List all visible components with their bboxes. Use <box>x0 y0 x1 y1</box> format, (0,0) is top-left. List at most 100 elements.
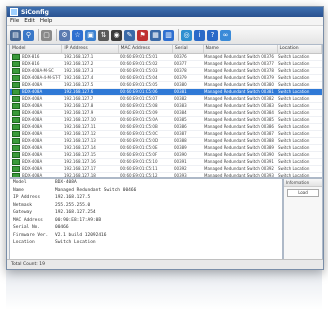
table-cell: 192.168.127.4 <box>64 75 94 80</box>
model-text: BDX-408A <box>22 110 43 115</box>
detail-value: Switch Location <box>55 240 96 246</box>
model-text: BDX-408A <box>22 159 43 164</box>
table-header: Model IP Address MAC Address Serial Name Loca… <box>10 45 322 54</box>
detail-label: Gateway <box>13 210 32 216</box>
table-cell: BDX-408A <box>10 138 62 144</box>
table-cell: 192.168.127.6 <box>64 89 94 94</box>
table-cell: Managed Redundant Switch 00379 <box>204 75 274 80</box>
column-header[interactable]: MAC Address <box>119 45 173 53</box>
table-row[interactable]: BDX-816 192.168.127.1 00:60:E9:01:C5:01 003… <box>10 54 322 61</box>
table-row[interactable]: BDX-408A 192.168.127.13 00:60:E9:01:C5:0D 0… <box>10 138 322 145</box>
switch-icon <box>12 131 20 137</box>
table-cell: 00:60:E9:01:C5:0B <box>120 124 158 129</box>
table-cell: 00:60:E9:01:C5:0E <box>120 145 158 150</box>
detail-value: BDX-408A <box>55 180 77 186</box>
star-icon[interactable]: ☆ <box>72 29 83 41</box>
detail-row: Netmask 255.255.255.0 <box>10 202 282 210</box>
menu-item[interactable]: File <box>10 18 19 24</box>
globe-icon[interactable]: ◎ <box>181 29 192 41</box>
side-panel: Information Load <box>283 178 323 260</box>
load-button[interactable]: Load <box>287 189 319 197</box>
table-row[interactable]: BDX-408A 192.168.127.10 00:60:E9:01:C5:0A 0… <box>10 117 322 124</box>
detail-value: 00:90:E8:17:A9:0B <box>55 217 102 223</box>
table-cell: 192.168.127.2 <box>64 61 94 66</box>
side-panel-header: Information <box>284 179 322 187</box>
monitor-icon[interactable]: ▣ <box>85 29 96 41</box>
column-header[interactable]: Model <box>10 45 63 53</box>
detail-row: Serial No. 00466 <box>10 224 282 232</box>
table-cell: Managed Redundant Switch 00380 <box>204 82 274 87</box>
flag-icon[interactable]: ⚑ <box>137 29 148 41</box>
table-cell: Switch Location <box>278 117 310 122</box>
table-cell: 00:60:E9:01:C5:10 <box>120 159 158 164</box>
device-table[interactable]: Model IP Address MAC Address Serial Name Loca… <box>9 44 323 178</box>
switch-icon <box>12 103 20 109</box>
table-cell: Switch Location <box>278 54 310 59</box>
detail-row: MAC Address 00:90:E8:17:A9:0B <box>10 217 282 225</box>
table-cell: 00:60:E9:01:C5:0A <box>120 117 158 122</box>
table-row[interactable]: BDX-408A 192.168.127.11 00:60:E9:01:C5:0B 0… <box>10 124 322 131</box>
document-icon[interactable]: ▢ <box>41 29 52 41</box>
table-row[interactable]: BDX-408A 192.168.127.7 00:60:E9:01:C5:07 00… <box>10 96 322 103</box>
camera-icon[interactable]: ◉ <box>111 29 122 41</box>
table-row[interactable]: BDX-408A 192.168.127.17 00:60:E9:01:C5:11 0… <box>10 166 322 173</box>
switch-icon <box>12 82 20 88</box>
table-cell: 192.168.127.10 <box>64 117 96 122</box>
help-icon[interactable]: ? <box>207 29 218 41</box>
table-row[interactable]: BDX-408A 192.168.127.6 00:60:E9:01:C5:06 00… <box>10 89 322 96</box>
printer-icon[interactable]: ▤ <box>10 29 21 41</box>
table-row[interactable]: BDX-408A 192.168.127.5 00:60:E9:01:C5:05 00… <box>10 82 322 89</box>
table-cell: Switch Location <box>278 124 310 129</box>
table-cell: Switch Location <box>278 68 310 73</box>
switch-icon <box>12 166 20 172</box>
info-icon[interactable]: i <box>194 29 205 41</box>
table-row[interactable]: BDX-408A 192.168.127.12 00:60:E9:01:C5:0C 0… <box>10 131 322 138</box>
model-text: BDX-408A <box>22 124 43 129</box>
table-row[interactable]: BDX-408A 192.168.127.14 00:60:E9:01:C5:0E 0… <box>10 145 322 152</box>
column-header[interactable]: IP Address <box>62 45 119 53</box>
table-row[interactable]: BDX-408A-4-M-ST-T 192.168.127.4 00:60:E9:0… <box>10 75 322 82</box>
model-text: BDX-408A <box>22 152 43 157</box>
table-cell: Managed Redundant Switch 00390 <box>204 152 274 157</box>
switch-icon <box>12 110 20 116</box>
table-cell: Switch Location <box>278 152 310 157</box>
table-cell: Managed Redundant Switch 00383 <box>204 103 274 108</box>
devices-icon[interactable]: ▦ <box>150 29 161 41</box>
link-icon[interactable]: ∞ <box>220 29 231 41</box>
column-header[interactable]: Name <box>204 45 278 53</box>
detail-label: Model <box>13 180 27 186</box>
table-cell: 192.168.127.13 <box>64 138 96 143</box>
table-cell: BDX-408A <box>10 96 62 102</box>
table-cell: BDX-408A <box>10 166 62 172</box>
menu-item[interactable]: Edit <box>24 18 35 24</box>
table-row[interactable]: BDX-408A 192.168.127.15 00:60:E9:01:C5:0F 0… <box>10 152 322 159</box>
table-cell: BDX-408A <box>10 124 62 130</box>
column-header[interactable]: Location <box>278 45 322 53</box>
table-row[interactable]: BDX-816 192.168.127.2 00:60:E9:01:C5:02 003… <box>10 61 322 68</box>
table-cell: 192.168.127.16 <box>64 159 96 164</box>
search-icon[interactable]: ⚲ <box>23 29 34 41</box>
switch-icon <box>12 152 20 158</box>
menu-item[interactable]: Help <box>40 18 53 24</box>
switch-icon <box>12 61 20 67</box>
switch-icon <box>12 96 20 102</box>
table-cell: Switch Location <box>278 96 310 101</box>
model-text: BDX-408A-4-M-ST-T <box>22 75 61 80</box>
switch-icon <box>12 75 20 81</box>
table-row[interactable]: BDX-408A 192.168.127.8 00:60:E9:01:C5:08 00… <box>10 103 322 110</box>
table-cell: Managed Redundant Switch 00378 <box>204 68 274 73</box>
table-cell: Managed Redundant Switch 00389 <box>204 145 274 150</box>
gear-icon[interactable]: ⚙ <box>59 29 70 41</box>
chart-icon[interactable]: ▥ <box>163 29 174 41</box>
table-cell: 00377 <box>174 61 187 66</box>
tools-icon[interactable]: ✎ <box>124 29 135 41</box>
table-row[interactable]: BDX-408A-M-SC 192.168.127.3 00:60:E9:01:C5… <box>10 68 322 75</box>
table-cell: Managed Redundant Switch 00388 <box>204 138 274 143</box>
table-row[interactable]: BDX-408A 192.168.127.9 00:60:E9:01:C5:09 00… <box>10 110 322 117</box>
switch-icon <box>12 68 20 74</box>
network-icon[interactable]: ⇅ <box>98 29 109 41</box>
table-cell: Managed Redundant Switch 00386 <box>204 124 274 129</box>
table-cell: 00378 <box>174 68 187 73</box>
table-row[interactable]: BDX-408A 192.168.127.16 00:60:E9:01:C5:10 0… <box>10 159 322 166</box>
column-header[interactable]: Serial <box>173 45 204 53</box>
